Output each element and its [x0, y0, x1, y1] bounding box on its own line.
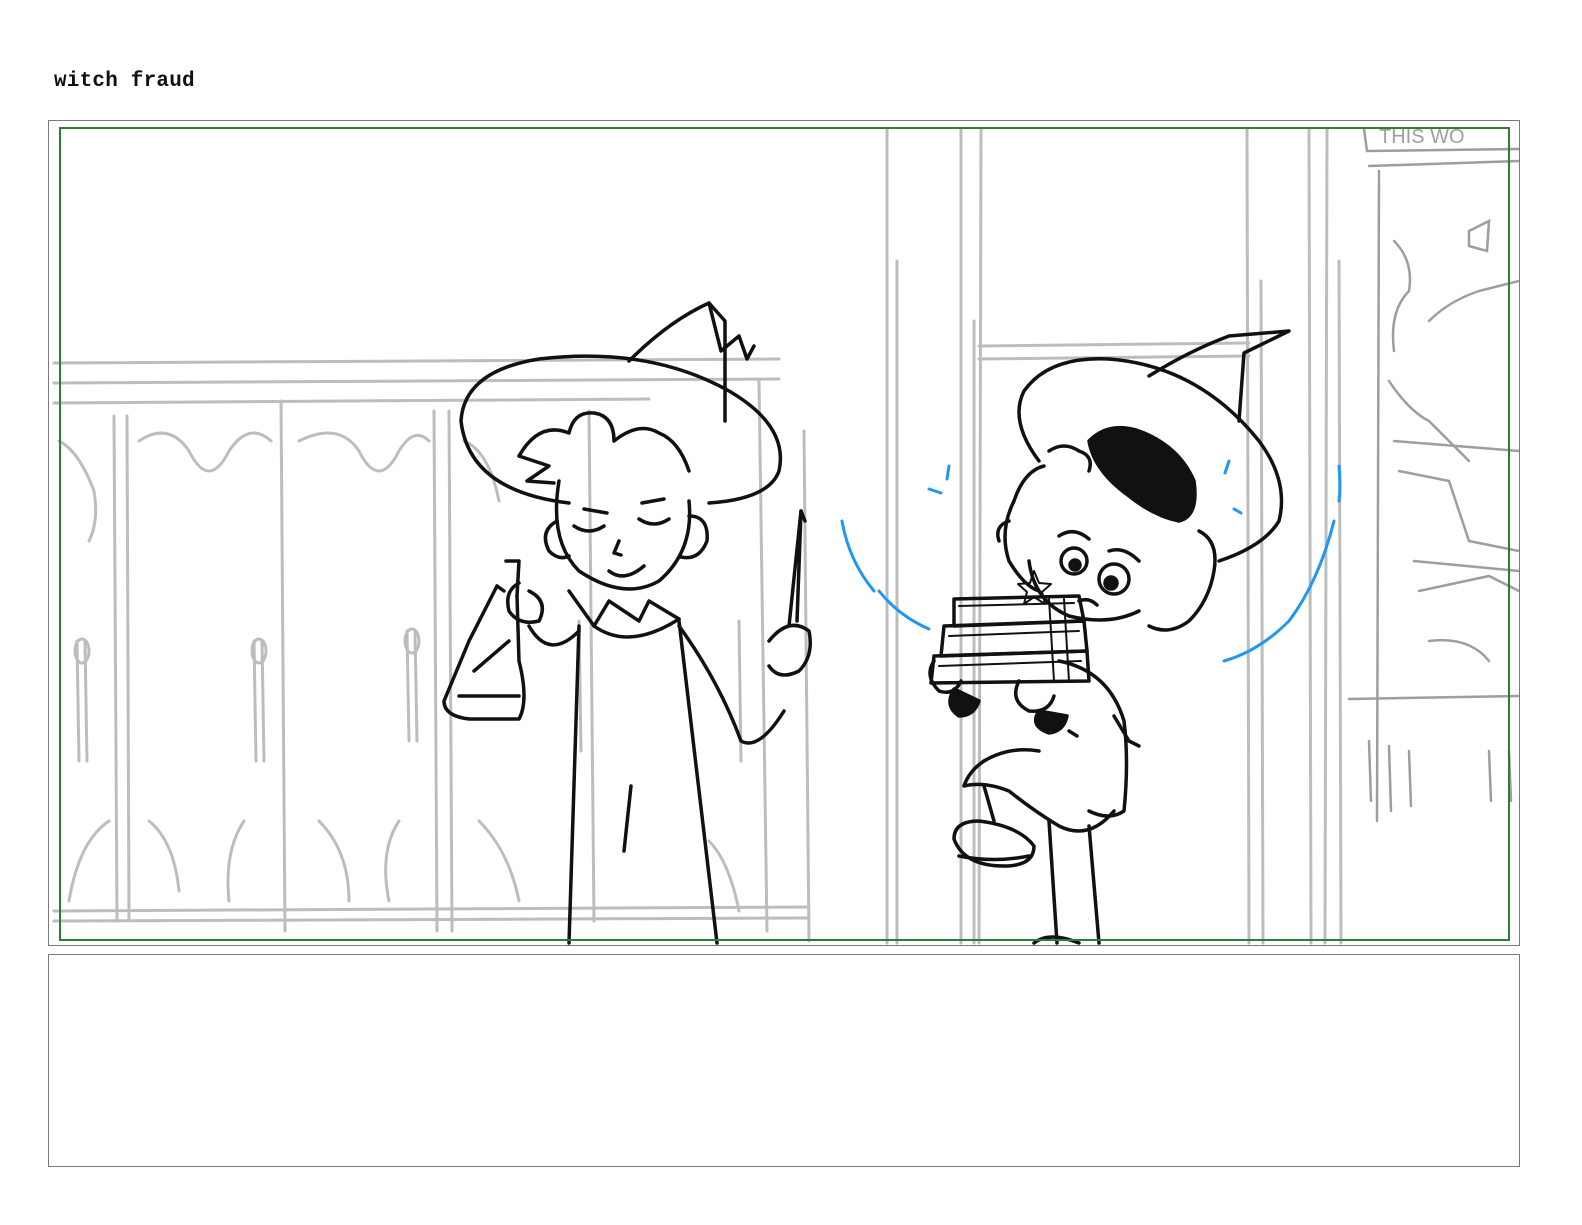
panel-notes-box[interactable] [48, 954, 1520, 1167]
panel-drawing: THIS WO [52, 126, 1519, 945]
storyboard-panel[interactable]: THIS WO [48, 120, 1520, 946]
page-title: witch fraud [54, 70, 195, 93]
poster-sign-text: THIS WO [1379, 126, 1465, 148]
character-nervous-witch [928, 329, 1291, 945]
background-sketch: THIS WO [52, 126, 1519, 945]
motion-lines [840, 459, 1342, 663]
